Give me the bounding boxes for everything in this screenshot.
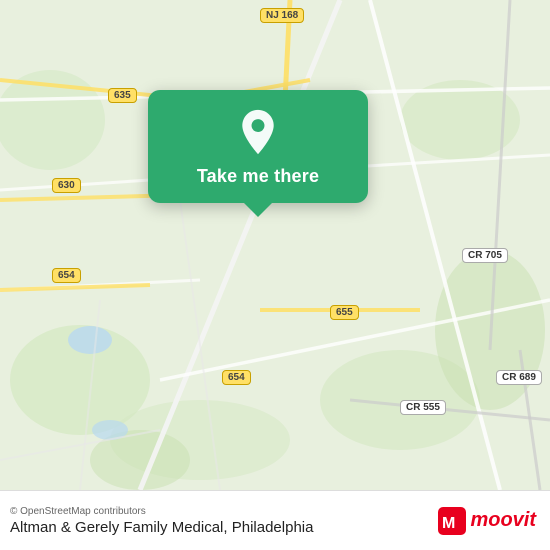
road-badge-cr689: CR 689 bbox=[496, 370, 542, 385]
take-me-there-label: Take me there bbox=[197, 166, 319, 187]
road-badge-cr555: CR 555 bbox=[400, 400, 446, 415]
moovit-logo[interactable]: M moovit bbox=[438, 507, 536, 535]
road-badge-cr705: CR 705 bbox=[462, 248, 508, 263]
bottom-bar: © OpenStreetMap contributors Altman & Ge… bbox=[0, 490, 550, 550]
location-name: Altman & Gerely Family Medical, Philadel… bbox=[10, 519, 313, 536]
road-badge-r635: 635 bbox=[108, 88, 137, 103]
location-info: © OpenStreetMap contributors Altman & Ge… bbox=[10, 506, 313, 536]
road-badge-r630: 630 bbox=[52, 178, 81, 193]
take-me-there-button[interactable]: Take me there bbox=[148, 90, 368, 203]
road-badge-r655: 655 bbox=[330, 305, 359, 320]
location-pin-icon bbox=[234, 108, 282, 156]
osm-attribution: © OpenStreetMap contributors bbox=[10, 506, 313, 517]
map-background bbox=[0, 0, 550, 490]
road-badge-r654b: 654 bbox=[222, 370, 251, 385]
svg-text:M: M bbox=[442, 515, 455, 532]
moovit-brand-icon: M bbox=[438, 507, 466, 535]
map-container: Take me there NJ 168 635 630 654 655 654 CR 70… bbox=[0, 0, 550, 490]
road-badge-r654a: 654 bbox=[52, 268, 81, 283]
road-badge-nj168: NJ 168 bbox=[260, 8, 304, 23]
moovit-text: moovit bbox=[470, 509, 536, 532]
